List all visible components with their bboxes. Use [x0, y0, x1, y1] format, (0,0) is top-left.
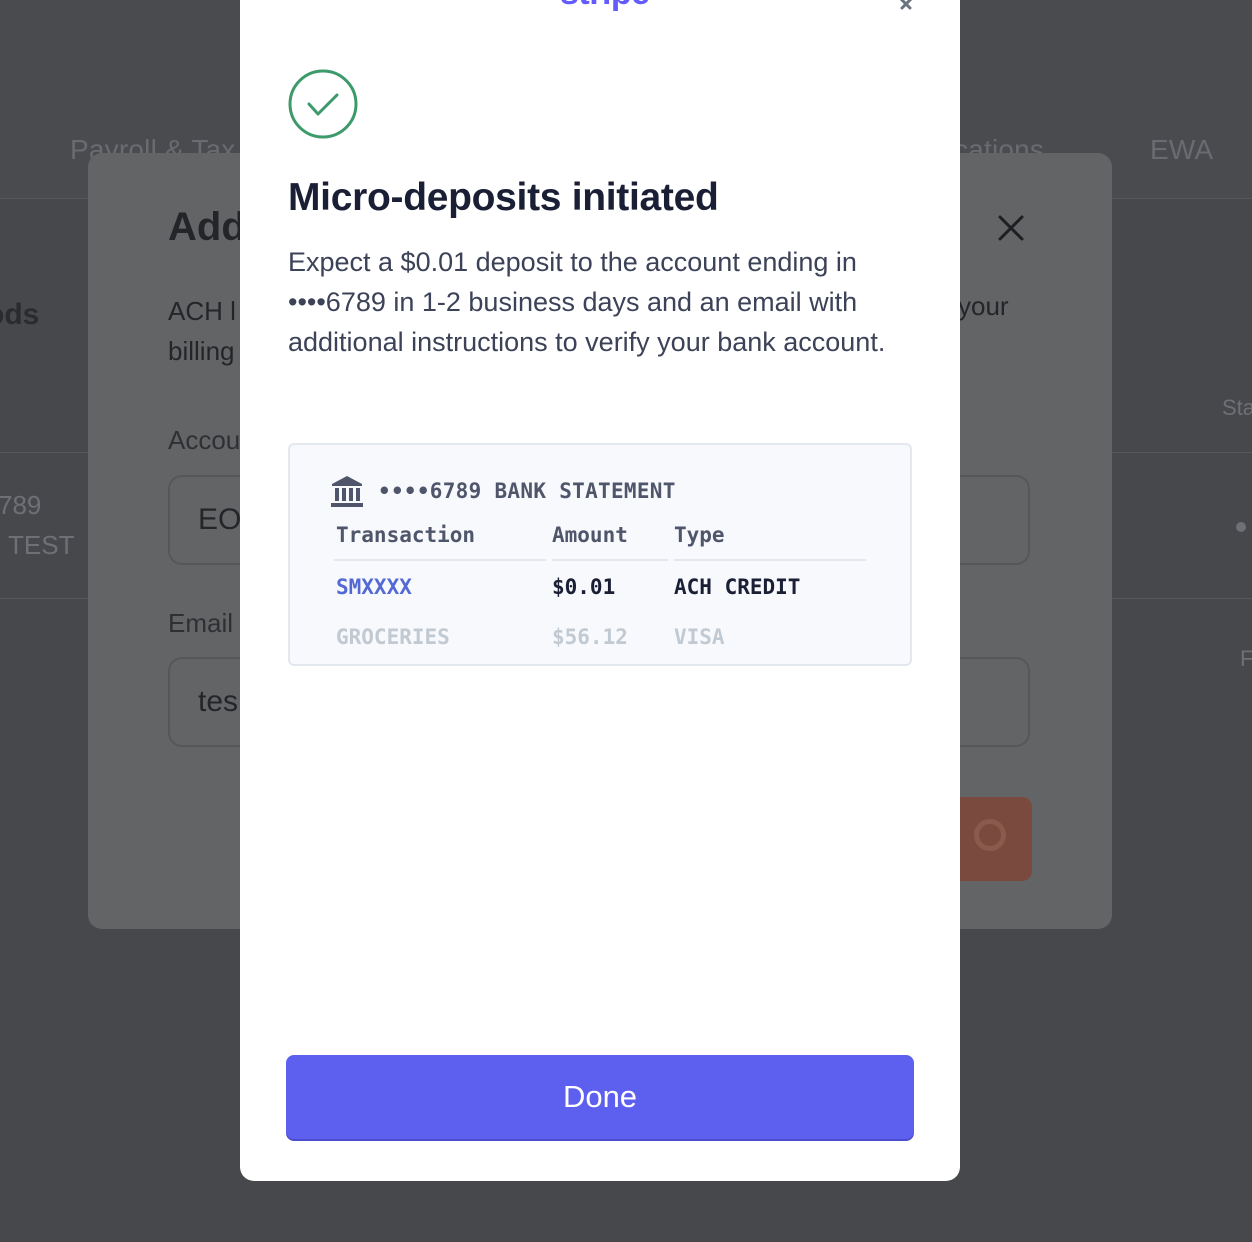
close-icon[interactable]	[888, 0, 924, 16]
transaction-type: ACH CREDIT	[674, 575, 801, 599]
bank-icon	[331, 476, 363, 507]
status-dot	[1236, 522, 1246, 532]
column-transaction: Transaction	[336, 523, 476, 547]
account-label: Accou	[168, 425, 241, 455]
modal-title: Micro-deposits initiated	[288, 176, 719, 219]
check-circle-icon	[288, 69, 358, 139]
row-account-name: TEST	[8, 530, 75, 560]
transaction-amount: $56.12	[552, 625, 628, 649]
dialog-description-tail: your	[958, 291, 1009, 321]
stripe-logo: stripe	[560, 0, 650, 13]
modal-description: Expect a $0.01 deposit to the account en…	[288, 247, 886, 357]
column-amount: Amount	[552, 523, 628, 547]
stripe-modal: stripe Micro-deposits initiated Expect a…	[240, 0, 960, 1181]
column-header-extra: F	[1240, 646, 1252, 671]
close-icon[interactable]	[994, 211, 1028, 245]
email-input-value: tes	[198, 685, 239, 718]
done-button[interactable]: Done	[286, 1055, 914, 1139]
transaction-descriptor: GROCERIES	[336, 625, 450, 649]
nav-tab-ewa[interactable]: EWA	[1150, 134, 1213, 166]
loading-spinner-icon	[974, 819, 1006, 851]
bank-statement-preview: ••••6789 BANK STATEMENT Transaction Amou…	[288, 443, 912, 666]
statement-title: ••••6789 BANK STATEMENT	[378, 479, 676, 503]
column-underline	[334, 559, 546, 561]
dialog-description: ACH l billing	[168, 296, 236, 366]
column-underline	[674, 559, 866, 561]
column-header-status: Sta	[1222, 395, 1252, 420]
column-type: Type	[674, 523, 725, 547]
row-account-number: 789	[0, 490, 42, 520]
email-label: Email	[168, 608, 234, 638]
column-underline	[552, 559, 668, 561]
transaction-amount: $0.01	[552, 575, 616, 599]
section-title: ods	[0, 298, 40, 331]
dialog-title: Add	[168, 205, 246, 249]
statement-header: ••••6789 BANK STATEMENT	[330, 473, 676, 509]
account-input-value: EO	[198, 503, 242, 536]
transaction-type: VISA	[674, 625, 725, 649]
transaction-descriptor: SMXXXX	[336, 575, 412, 599]
